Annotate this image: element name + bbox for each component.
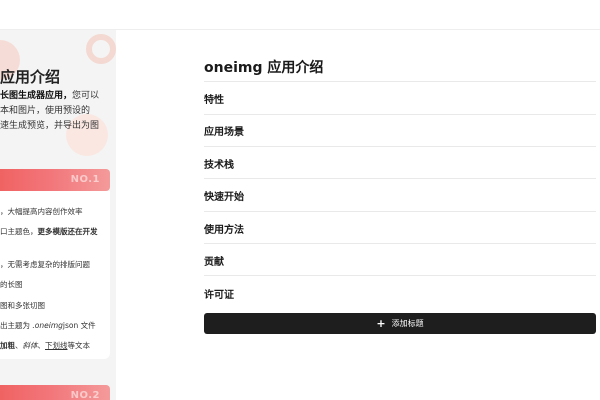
outline-item-license[interactable]: 许可证 (204, 278, 596, 308)
long-image-preview: 应用介绍 长图生成器应用，您可以 本和图片，使用预设的 速生成预览，并导出为图 … (0, 30, 116, 400)
feature-line: ，大幅提高内容创作效率 (0, 206, 83, 217)
section-number: NO.1 (70, 174, 100, 185)
outline-item-label: 使用方法 (204, 224, 244, 236)
preview-intro-text: 本和图片，使用预设的 (0, 106, 91, 116)
outline-item-features[interactable]: 特性 (204, 83, 596, 113)
feature-text: 口主题色， (0, 227, 38, 236)
divider (204, 146, 596, 147)
section-body: ，大幅提高内容创作效率 口主题色，更多模版还在开发 ，无需考虑复杂的排版问题 的… (0, 191, 110, 359)
feature-text-italic: 斜体 (22, 341, 38, 350)
feature-text-italic: .oneimg (32, 321, 63, 330)
outline-item-label: 应用场景 (204, 126, 244, 138)
outline-item-label: 快速开始 (204, 191, 244, 203)
feature-text: ，无需考虑复杂的排版问题 (0, 260, 90, 269)
outline-item-label: 贡献 (204, 256, 224, 268)
preview-card: 应用介绍 长图生成器应用，您可以 本和图片，使用预设的 速生成预览，并导出为图 … (0, 40, 110, 400)
add-heading-label: 添加标题 (391, 319, 424, 328)
document-title: oneimg 应用介绍 (204, 60, 324, 76)
section-number: NO.2 (70, 390, 100, 400)
feature-text: 的长图 (0, 280, 23, 289)
feature-text-bold: 加粗 (0, 341, 15, 350)
divider (204, 275, 596, 276)
section-header-bar: NO.1 (0, 169, 110, 191)
outline-item-scenarios[interactable]: 应用场景 (204, 115, 596, 145)
feature-text-bold: 更多模版还在开发 (37, 227, 98, 236)
top-bar (0, 0, 600, 30)
feature-line: ，无需考虑复杂的排版问题 (0, 259, 90, 270)
divider (204, 81, 596, 82)
outline-item-label: 特性 (204, 94, 224, 106)
feature-text: 等文本 (67, 341, 91, 350)
feature-line: 图和多张切图 (0, 300, 45, 311)
outline-item-usage[interactable]: 使用方法 (204, 213, 596, 243)
outline-item-label: 技术栈 (204, 159, 234, 171)
feature-text: ，大幅提高内容创作效率 (0, 207, 83, 216)
feature-text: json 文件 (62, 321, 96, 330)
feature-line: 加粗、斜体、下划线等文本 (0, 340, 90, 351)
outline-item-contributing[interactable]: 贡献 (204, 245, 596, 275)
add-heading-button[interactable]: + 添加标题 (204, 313, 596, 334)
feature-text: 、 (15, 341, 23, 350)
outline-item-tech-stack[interactable]: 技术栈 (204, 148, 596, 178)
divider (204, 243, 596, 244)
preview-intro-text: 您可以 (72, 91, 100, 101)
section-header-bar: NO.2 (0, 385, 110, 400)
outline-item-quick-start[interactable]: 快速开始 (204, 180, 596, 210)
preview-intro-text: 速生成预览，并导出为图 (0, 121, 100, 131)
feature-text-underline: 下划线 (45, 341, 68, 350)
divider (204, 178, 596, 179)
feature-text: 出主题为 (0, 321, 33, 330)
preview-intro: 长图生成器应用，您可以 本和图片，使用预设的 速生成预览，并导出为图 (0, 89, 116, 134)
preview-title: 应用介绍 (0, 68, 61, 86)
preview-intro-bold: 长图生成器应用， (0, 91, 73, 101)
plus-icon: + (376, 317, 386, 330)
feature-line: 口主题色，更多模版还在开发 (0, 226, 98, 237)
feature-text: 、 (37, 341, 46, 350)
outline-item-label: 许可证 (204, 289, 234, 301)
feature-line: 的长图 (0, 279, 23, 290)
divider (204, 211, 596, 212)
feature-text: 图和多张切图 (0, 301, 45, 310)
feature-line: 出主题为 .oneimgjson 文件 (0, 320, 96, 331)
